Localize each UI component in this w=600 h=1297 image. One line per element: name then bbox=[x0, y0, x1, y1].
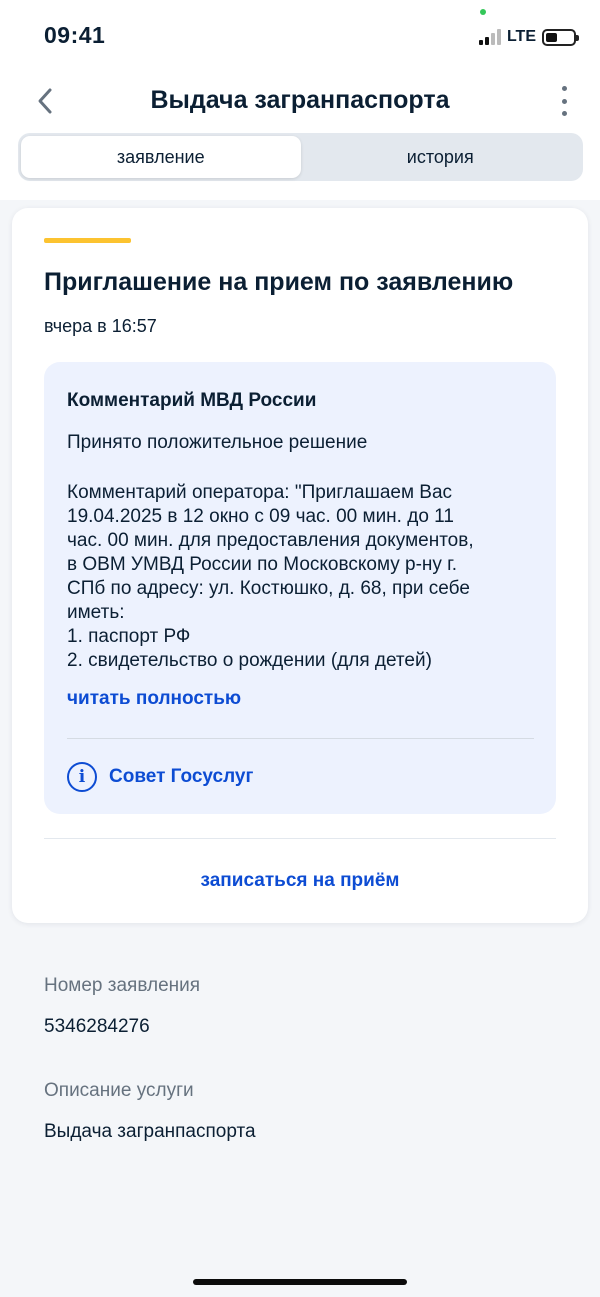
signal-icon bbox=[478, 29, 501, 45]
tab-switcher: заявление история bbox=[18, 133, 583, 181]
status-bar: 09:41 LTE bbox=[0, 0, 600, 72]
event-title: Приглашение на прием по заявлению bbox=[44, 268, 514, 296]
advice-label: Совет Госуслуг bbox=[109, 766, 254, 787]
divider bbox=[67, 738, 534, 739]
tab-history[interactable]: история bbox=[301, 136, 581, 178]
more-vertical-icon bbox=[561, 86, 567, 91]
comment-box: Комментарий МВД России Принято положител… bbox=[44, 362, 556, 814]
comment-text: Комментарий оператора: "Приглашаем Вас 1… bbox=[67, 482, 474, 671]
divider bbox=[44, 838, 556, 839]
read-more-link[interactable]: читать полностью bbox=[67, 688, 241, 710]
more-options-button[interactable] bbox=[558, 86, 570, 116]
privacy-indicator-dot bbox=[480, 9, 486, 15]
battery-icon bbox=[542, 28, 579, 46]
navigation-bar: Выдача загранпаспорта bbox=[0, 78, 600, 124]
status-time: 09:41 bbox=[44, 22, 106, 48]
event-card: Приглашение на прием по заявлению вчера … bbox=[12, 208, 588, 923]
comment-title: Комментарий МВД России bbox=[67, 390, 317, 411]
signup-appointment-button[interactable]: записаться на приём bbox=[12, 870, 588, 892]
page-title: Выдача загранпаспорта bbox=[150, 86, 450, 114]
accent-line bbox=[44, 238, 131, 243]
application-number-value: 5346284276 bbox=[44, 1016, 150, 1037]
application-number-label: Номер заявления bbox=[44, 975, 201, 996]
comment-status: Принято положительное решение bbox=[67, 432, 368, 453]
home-indicator[interactable] bbox=[193, 1279, 407, 1285]
advice-link[interactable]: i Совет Госуслуг bbox=[67, 762, 253, 792]
event-time: вчера в 16:57 bbox=[44, 316, 157, 336]
service-description-label: Описание услуги bbox=[44, 1080, 194, 1101]
info-icon: i bbox=[67, 762, 97, 792]
service-description-value: Выдача загранпаспорта bbox=[44, 1121, 256, 1142]
tab-application[interactable]: заявление bbox=[21, 136, 301, 178]
status-indicators: LTE bbox=[478, 26, 579, 48]
network-label: LTE bbox=[506, 28, 536, 45]
